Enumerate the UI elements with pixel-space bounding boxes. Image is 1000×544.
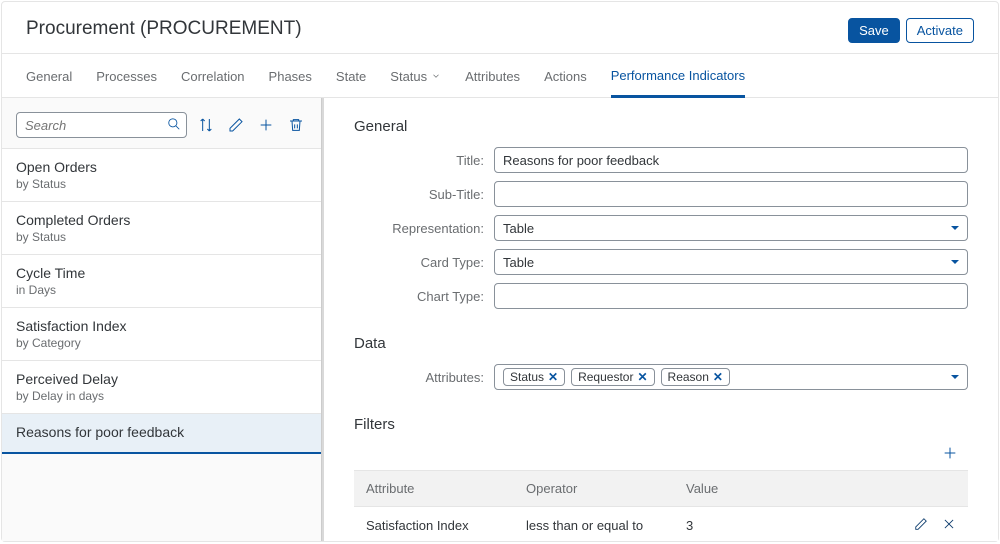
filter-cell-operator: less than or equal to <box>526 518 686 533</box>
tab-state[interactable]: State <box>336 54 366 97</box>
list-item-title: Satisfaction Index <box>16 318 307 334</box>
label-title: Title: <box>354 153 494 168</box>
label-subtitle: Sub-Title: <box>354 187 494 202</box>
section-heading-filters: Filters <box>354 416 968 433</box>
add-icon[interactable] <box>255 114 277 136</box>
list-item-subtitle: in Days <box>16 283 307 297</box>
list-item-subtitle: by Delay in days <box>16 389 307 403</box>
tab-actions[interactable]: Actions <box>544 54 587 97</box>
indicator-list: Open Orders by Status Completed Orders by S… <box>2 148 321 454</box>
list-item[interactable]: Completed Orders by Status <box>2 202 321 255</box>
tab-bar: General Processes Correlation Phases State St… <box>2 54 998 98</box>
list-item[interactable]: Reasons for poor feedback <box>2 414 321 454</box>
attributes-multi-select[interactable]: Status ✕ Requestor ✕ Reason ✕ <box>494 364 968 390</box>
label-attributes: Attributes: <box>354 370 494 385</box>
list-item[interactable]: Cycle Time in Days <box>2 255 321 308</box>
list-item-subtitle: by Status <box>16 230 307 244</box>
chevron-down-icon <box>431 69 441 84</box>
token-remove-icon[interactable]: ✕ <box>713 370 723 384</box>
delete-filter-icon[interactable] <box>942 517 956 534</box>
list-item[interactable]: Open Orders by Status <box>2 149 321 202</box>
tab-correlation[interactable]: Correlation <box>181 54 245 97</box>
add-filter-icon[interactable] <box>942 445 968 465</box>
filter-cell-attribute: Satisfaction Index <box>366 518 526 533</box>
filter-header-value: Value <box>686 481 896 496</box>
tab-processes[interactable]: Processes <box>96 54 157 97</box>
select-card-type[interactable]: Table <box>494 249 968 275</box>
section-heading-general: General <box>354 118 968 135</box>
list-item-subtitle: by Status <box>16 177 307 191</box>
token-label: Reason <box>668 370 709 384</box>
token-label: Status <box>510 370 544 384</box>
edit-icon[interactable] <box>225 114 247 136</box>
list-item-title: Open Orders <box>16 159 307 175</box>
filter-cell-value: 3 <box>686 518 896 533</box>
filter-header-attribute: Attribute <box>366 481 526 496</box>
label-representation: Representation: <box>354 221 494 236</box>
tab-status[interactable]: Status <box>390 54 441 97</box>
input-subtitle[interactable] <box>494 181 968 207</box>
tab-performance-indicators[interactable]: Performance Indicators <box>611 54 745 98</box>
page-title: Procurement (PROCUREMENT) <box>26 18 302 40</box>
list-item-subtitle: by Category <box>16 336 307 350</box>
input-chart-type[interactable] <box>494 283 968 309</box>
list-item-title: Cycle Time <box>16 265 307 281</box>
filter-row: Satisfaction Indexless than or equal to3 <box>354 507 968 541</box>
list-item-title: Completed Orders <box>16 212 307 228</box>
select-representation[interactable]: Table <box>494 215 968 241</box>
activate-button[interactable]: Activate <box>906 18 974 43</box>
list-item[interactable]: Perceived Delay by Delay in days <box>2 361 321 414</box>
search-icon[interactable] <box>167 117 181 134</box>
sort-icon[interactable] <box>195 114 217 136</box>
token-remove-icon[interactable]: ✕ <box>548 370 558 384</box>
delete-icon[interactable] <box>285 114 307 136</box>
list-item-title: Perceived Delay <box>16 371 307 387</box>
filter-header-operator: Operator <box>526 481 686 496</box>
sidebar: Open Orders by Status Completed Orders by S… <box>2 98 322 541</box>
save-button[interactable]: Save <box>848 18 900 43</box>
attribute-token[interactable]: Reason ✕ <box>661 368 730 386</box>
label-card-type: Card Type: <box>354 255 494 270</box>
edit-filter-icon[interactable] <box>914 517 928 534</box>
tab-attributes[interactable]: Attributes <box>465 54 520 97</box>
label-chart-type: Chart Type: <box>354 289 494 304</box>
tab-phases[interactable]: Phases <box>269 54 312 97</box>
list-item-title: Reasons for poor feedback <box>16 424 307 440</box>
tab-general[interactable]: General <box>26 54 72 97</box>
attribute-token[interactable]: Status ✕ <box>503 368 565 386</box>
content-panel: General Title: Reasons for poor feedback… <box>322 98 998 541</box>
input-title[interactable]: Reasons for poor feedback <box>494 147 968 173</box>
list-item[interactable]: Satisfaction Index by Category <box>2 308 321 361</box>
attribute-token[interactable]: Requestor ✕ <box>571 368 654 386</box>
token-label: Requestor <box>578 370 633 384</box>
token-remove-icon[interactable]: ✕ <box>637 370 647 384</box>
search-input[interactable] <box>16 112 187 138</box>
section-heading-data: Data <box>354 335 968 352</box>
